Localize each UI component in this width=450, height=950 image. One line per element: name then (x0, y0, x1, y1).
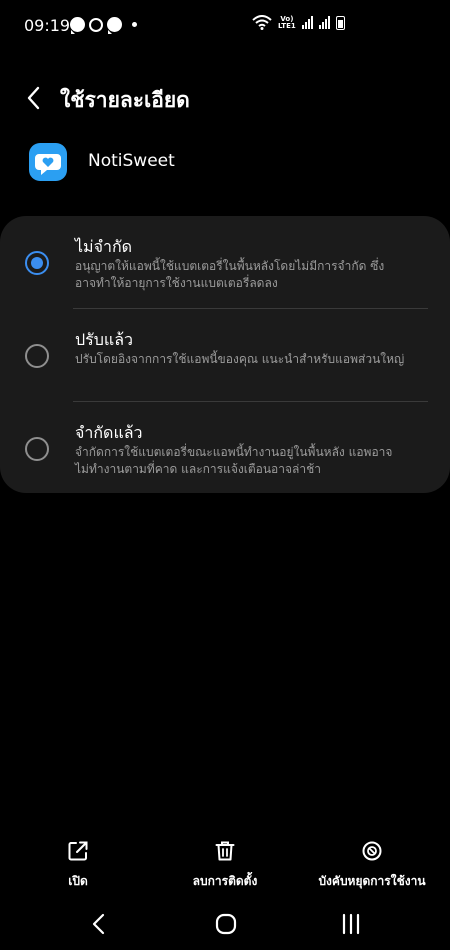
nav-recents-button[interactable] (340, 912, 362, 940)
wifi-icon (252, 15, 272, 30)
volte-indicator: Vo) LTE1 (278, 14, 296, 30)
navigation-bar (0, 900, 450, 950)
option-title: จำกัดแล้ว (75, 423, 143, 442)
back-button[interactable] (20, 84, 50, 112)
messenger-icon (70, 17, 85, 34)
option-title: ไม่จำกัด (75, 237, 133, 256)
app-name: NotiSweet (88, 151, 175, 171)
chevron-left-icon (27, 86, 40, 110)
open-label: เปิด (68, 874, 88, 888)
nav-back-button[interactable] (88, 912, 110, 940)
back-icon (92, 913, 105, 935)
option-optimized[interactable]: ปรับแล้ว ปรับโดยอิงจากการใช้แอพนี้ของคุณ… (0, 309, 450, 401)
status-bar: 09:19 Vo) LTE1 (0, 0, 450, 56)
force-stop-label: บังคับหยุดการใช้งาน (318, 874, 426, 888)
option-title: ปรับแล้ว (75, 330, 134, 349)
radio-button[interactable] (25, 344, 49, 368)
option-unrestricted[interactable]: ไม่จำกัด อนุญาตให้แอพนี้ใช้แบตเตอรี่ในพื… (0, 216, 450, 308)
radio-button[interactable] (25, 437, 49, 461)
signal-icon (301, 16, 313, 29)
system-icons: Vo) LTE1 (252, 15, 345, 30)
battery-icon (335, 15, 345, 30)
home-icon (215, 913, 237, 935)
option-restricted[interactable]: จำกัดแล้ว จำกัดการใช้แบตเตอรี่ขณะแอพนี้ท… (0, 402, 450, 494)
noti-sweet-app-icon (29, 143, 67, 181)
option-description: ปรับโดยอิงจากการใช้แอพนี้ของคุณ แนะนำสำห… (75, 352, 405, 366)
notification-icons (70, 17, 137, 34)
open-button[interactable]: เปิด (52, 840, 104, 891)
trash-icon (215, 841, 235, 861)
stop-icon (362, 841, 382, 861)
page-title: ใช้รายละเอียด (60, 88, 190, 112)
recents-icon (342, 913, 360, 935)
dot-icon (132, 22, 137, 27)
force-stop-button[interactable]: บังคับหยุดการใช้งาน (312, 840, 432, 891)
signal-icon (318, 16, 330, 29)
option-description: อนุญาตให้แอพนี้ใช้แบตเตอรี่ในพื้นหลังโดย… (75, 259, 385, 290)
option-description: จำกัดการใช้แบตเตอรี่ขณะแอพนี้ทำงานอยู่ใน… (75, 445, 393, 476)
battery-options-card: ไม่จำกัด อนุญาตให้แอพนี้ใช้แบตเตอรี่ในพื… (0, 216, 450, 493)
open-external-icon (68, 841, 88, 861)
radio-button-selected[interactable] (25, 251, 49, 275)
chat-icon (89, 17, 103, 32)
status-time: 09:19 (24, 16, 71, 35)
nav-home-button[interactable] (214, 912, 238, 940)
uninstall-button[interactable]: ลบการติดตั้ง (180, 840, 270, 891)
messenger-icon (107, 17, 122, 34)
uninstall-label: ลบการติดตั้ง (192, 874, 258, 888)
